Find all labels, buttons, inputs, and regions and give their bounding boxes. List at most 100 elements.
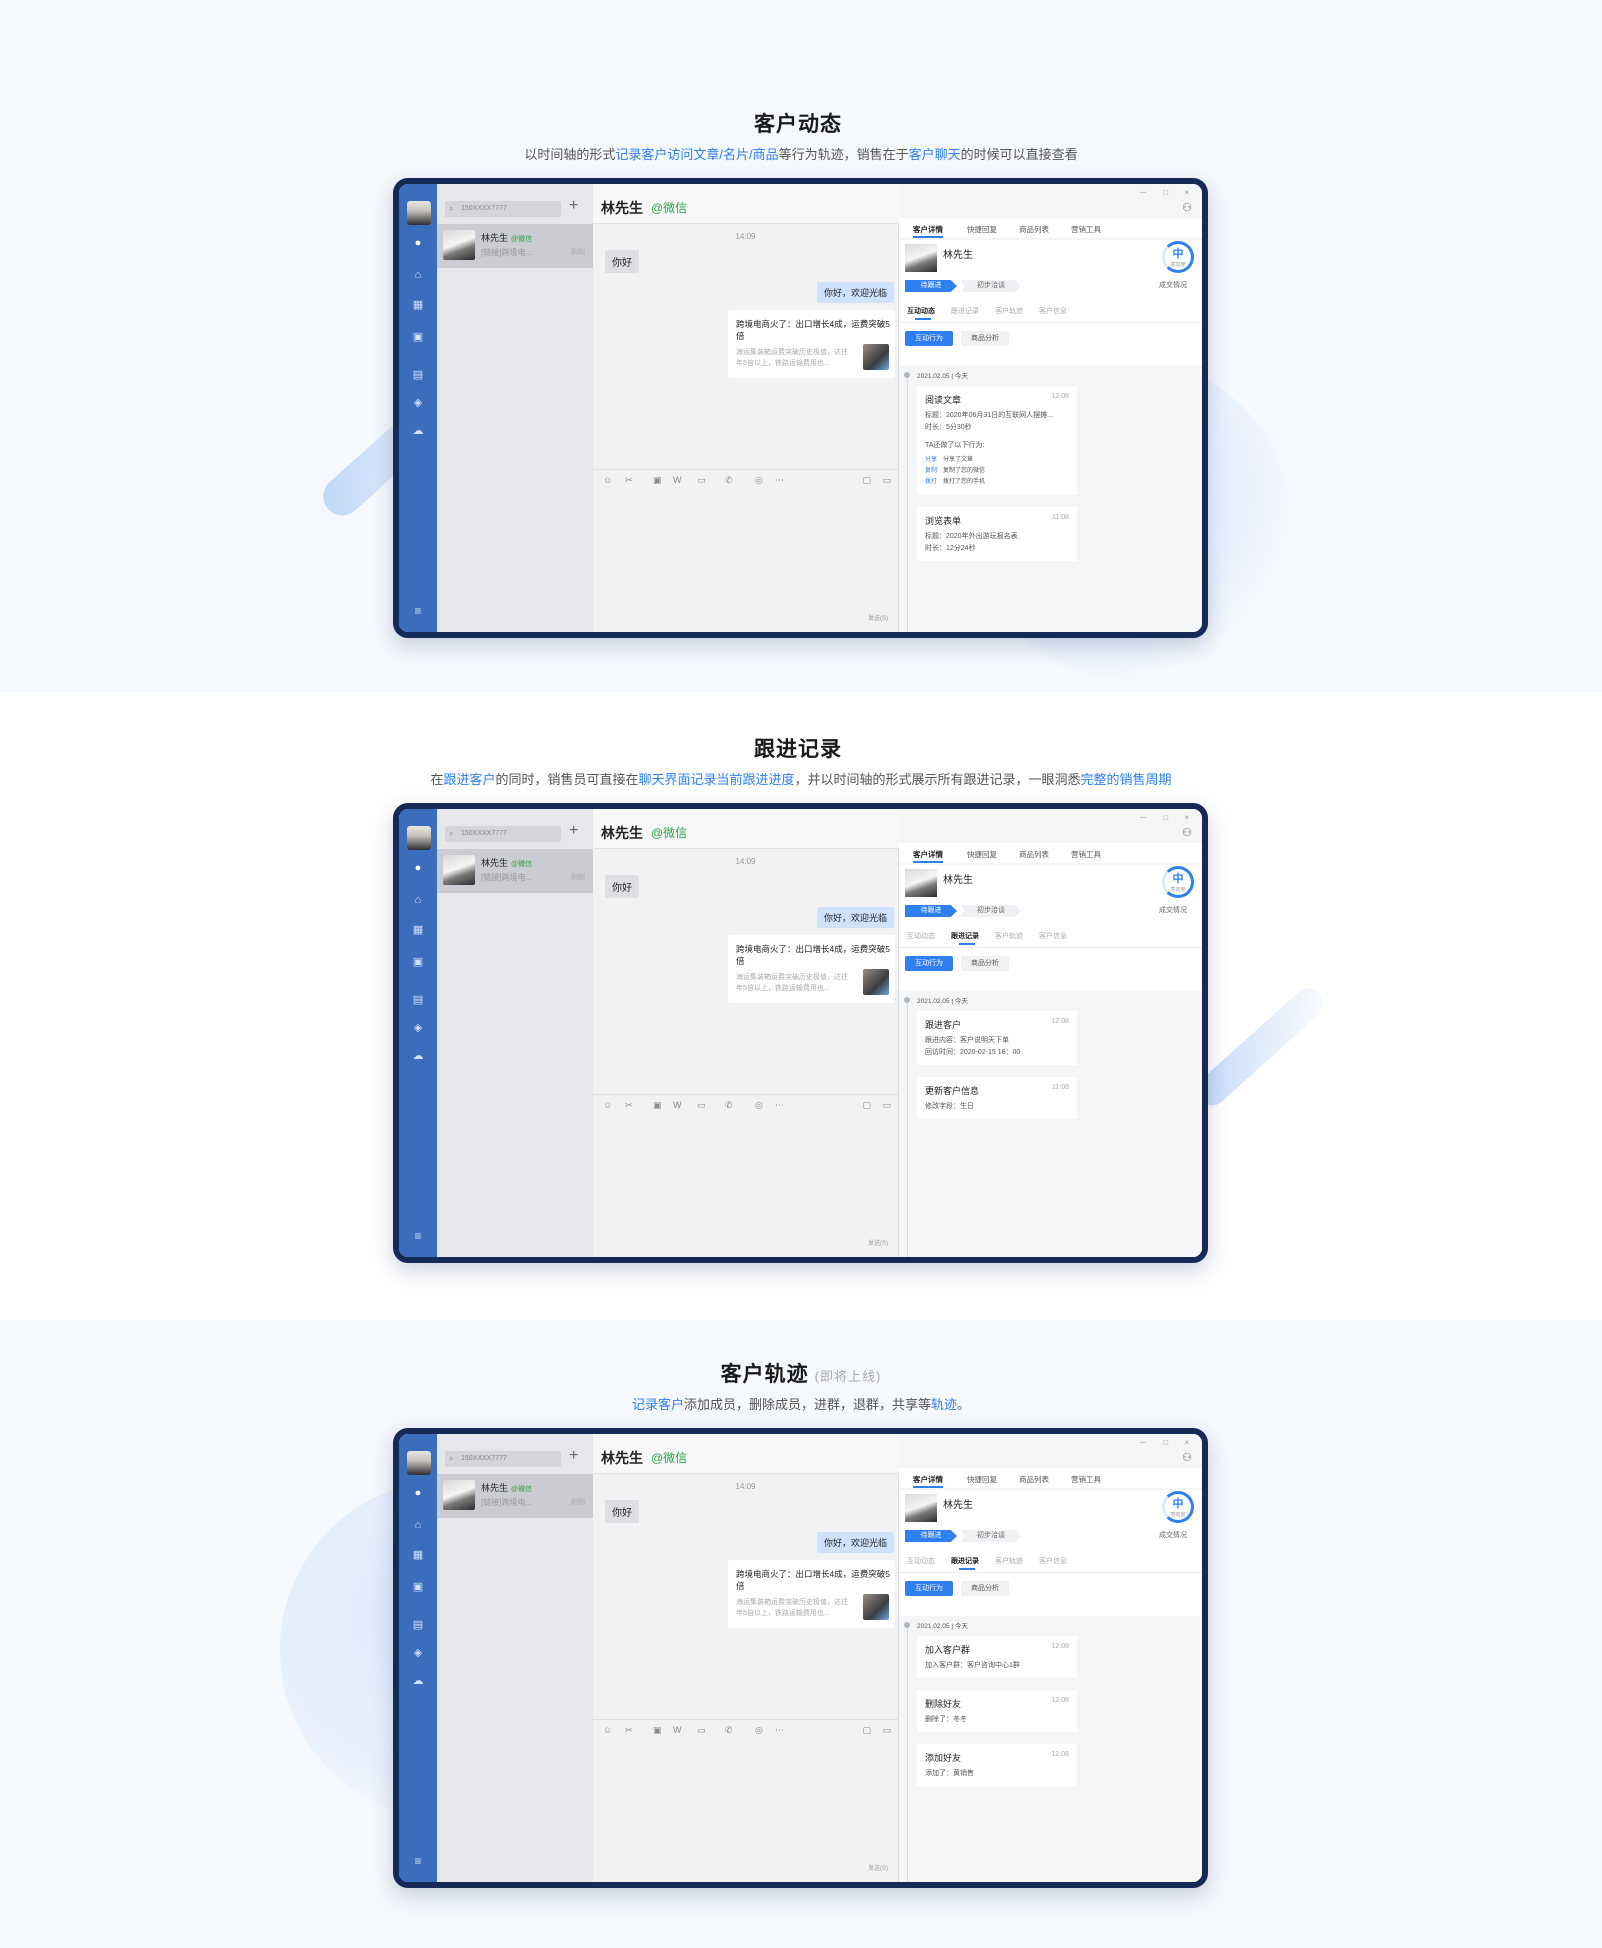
detail-subtab[interactable]: 客户轨迹 xyxy=(995,1556,1023,1566)
cube-icon[interactable]: ◈ xyxy=(411,1646,425,1660)
cloud-icon[interactable]: ☁ xyxy=(411,424,425,438)
screenshot-icon[interactable]: ▢ xyxy=(862,1725,871,1736)
goods-analysis-button[interactable]: 商品分析 xyxy=(961,956,1009,971)
detail-subtab[interactable]: 跟进记录 xyxy=(951,306,979,316)
behavior-button[interactable]: 互动行为 xyxy=(905,956,953,971)
stage-step[interactable]: 待跟进 xyxy=(905,280,957,292)
doc-icon[interactable]: ▤ xyxy=(411,1618,425,1632)
cube-icon[interactable]: ◈ xyxy=(411,396,425,410)
emoji-icon[interactable]: ☺ xyxy=(603,1100,612,1110)
more-icon[interactable]: ⋯ xyxy=(775,1725,784,1736)
menu-icon[interactable]: ≡ xyxy=(411,604,425,618)
cloud-icon[interactable]: ☁ xyxy=(411,1674,425,1688)
more-icon[interactable]: ⋯ xyxy=(775,475,784,486)
article-card[interactable]: 跨境电商火了：出口增长4成，运费突破5倍 海运集装箱运费突破历史极值，达往年5倍… xyxy=(728,310,895,378)
screenshot-icon[interactable]: ▢ xyxy=(862,1100,871,1111)
panel-tab[interactable]: 营销工具 xyxy=(1071,224,1101,235)
add-button[interactable]: + xyxy=(569,197,578,215)
chat-icon[interactable]: ● xyxy=(411,1486,425,1500)
emoji-icon[interactable]: ☺ xyxy=(603,1725,612,1735)
stage-step[interactable]: 成交情况 xyxy=(1031,1530,1193,1542)
article-card[interactable]: 跨境电商火了：出口增长4成，运费突破5倍 海运集装箱运费突破历史极值，达往年5倍… xyxy=(728,935,895,1003)
keyboard-icon[interactable]: ▭ xyxy=(882,1100,891,1111)
emoji-icon[interactable]: ☺ xyxy=(603,475,612,485)
panel-tab[interactable]: 客户详情 xyxy=(913,1474,943,1485)
stage-step[interactable]: 待跟进 xyxy=(905,905,957,917)
calendar-icon[interactable]: ▦ xyxy=(411,923,425,937)
menu-icon[interactable]: ≡ xyxy=(411,1229,425,1243)
timeline-event[interactable]: 添加好友 12:08 添加了：黄销售 xyxy=(917,1744,1077,1786)
search-input[interactable]: ⌕ 150XXXX7777 xyxy=(445,201,561,217)
panel-tab[interactable]: 商品列表 xyxy=(1019,1474,1049,1485)
folder-icon[interactable]: ▭ xyxy=(697,1725,706,1736)
behavior-button[interactable]: 互动行为 xyxy=(905,331,953,346)
stage-step[interactable]: 成交情况 xyxy=(1031,280,1193,292)
stage-step[interactable]: 初步洽谈 xyxy=(961,905,1021,917)
stage-step[interactable]: 初步洽谈 xyxy=(961,1530,1021,1542)
menu-icon[interactable]: ≡ xyxy=(411,1854,425,1868)
doc-icon[interactable]: ▤ xyxy=(411,993,425,1007)
timeline-event[interactable]: 更新客户信息 11:08 修改字段：生日 xyxy=(917,1077,1077,1119)
panel-tab[interactable]: 快捷回复 xyxy=(967,224,997,235)
chat-icon[interactable]: ● xyxy=(411,861,425,875)
send-button[interactable]: 发送(S) xyxy=(868,613,888,622)
phone-icon[interactable]: ✆ xyxy=(725,475,733,486)
window-controls[interactable]: － □ × xyxy=(1139,187,1196,198)
panel-tab[interactable]: 客户详情 xyxy=(913,849,943,860)
detail-subtab[interactable]: 客户信息 xyxy=(1039,931,1067,941)
behavior-button[interactable]: 互动行为 xyxy=(905,1581,953,1596)
timeline-event[interactable]: 浏览表单 11:08 标题：2020年外出游玩报名表 时长：12分24秒 xyxy=(917,507,1077,561)
detail-subtab[interactable]: 客户信息 xyxy=(1039,306,1067,316)
goods-analysis-button[interactable]: 商品分析 xyxy=(961,331,1009,346)
detail-subtab[interactable]: 跟进记录 xyxy=(951,931,979,941)
folder-icon[interactable]: ▭ xyxy=(697,475,706,486)
org-icon[interactable]: ⌂ xyxy=(411,268,425,282)
contact-item[interactable]: 林先生 @微信 [链接]跨境电... 刚刚 xyxy=(437,1474,593,1518)
word-icon[interactable]: W xyxy=(673,1100,682,1110)
avatar[interactable] xyxy=(407,1451,431,1475)
panel-tab[interactable]: 客户详情 xyxy=(913,224,943,235)
timeline-event[interactable]: 跟进客户 12:08 跟进内容：客户说明天下单 回访时间：2020-02-15 18：… xyxy=(917,1011,1077,1065)
org-icon[interactable]: ⌂ xyxy=(411,1518,425,1532)
send-button[interactable]: 发送(S) xyxy=(868,1238,888,1247)
scissors-icon[interactable]: ✂ xyxy=(625,475,633,486)
detail-subtab[interactable]: 互动动态 xyxy=(907,931,935,941)
screenshot-icon[interactable]: ▢ xyxy=(862,475,871,486)
detail-subtab[interactable]: 客户轨迹 xyxy=(995,931,1023,941)
cloud-icon[interactable]: ☁ xyxy=(411,1049,425,1063)
detail-subtab[interactable]: 客户轨迹 xyxy=(995,306,1023,316)
calendar-icon[interactable]: ▦ xyxy=(411,298,425,312)
detail-subtab[interactable]: 互动动态 xyxy=(907,1556,935,1566)
contact-item[interactable]: 林先生 @微信 [链接]跨境电... 刚刚 xyxy=(437,849,593,893)
shield-icon[interactable]: ◎ xyxy=(755,475,763,486)
panel-tab[interactable]: 商品列表 xyxy=(1019,849,1049,860)
timeline-event[interactable]: 删除好友 12:08 删除了：冬冬 xyxy=(917,1690,1077,1732)
keyboard-icon[interactable]: ▭ xyxy=(882,475,891,486)
user-icon[interactable]: ⚇ xyxy=(1182,1451,1192,1464)
word-icon[interactable]: W xyxy=(673,475,682,485)
apps-icon[interactable]: ▣ xyxy=(411,330,425,344)
user-icon[interactable]: ⚇ xyxy=(1182,201,1192,214)
image-icon[interactable]: ▣ xyxy=(653,475,662,486)
chat-icon[interactable]: ● xyxy=(411,236,425,250)
avatar[interactable] xyxy=(407,826,431,850)
article-card[interactable]: 跨境电商火了：出口增长4成，运费突破5倍 海运集装箱运费突破历史极值，达往年5倍… xyxy=(728,1560,895,1628)
add-button[interactable]: + xyxy=(569,1447,578,1465)
more-icon[interactable]: ⋯ xyxy=(775,1100,784,1111)
panel-tab[interactable]: 营销工具 xyxy=(1071,849,1101,860)
window-controls[interactable]: － □ × xyxy=(1139,1437,1196,1448)
detail-subtab[interactable]: 客户信息 xyxy=(1039,1556,1067,1566)
contact-item[interactable]: 林先生 @微信 [链接]跨境电... 刚刚 xyxy=(437,224,593,268)
panel-tab[interactable]: 商品列表 xyxy=(1019,224,1049,235)
detail-subtab[interactable]: 跟进记录 xyxy=(951,1556,979,1566)
scissors-icon[interactable]: ✂ xyxy=(625,1100,633,1111)
search-input[interactable]: ⌕ 150XXXX7777 xyxy=(445,1451,561,1467)
search-input[interactable]: ⌕ 150XXXX7777 xyxy=(445,826,561,842)
send-button[interactable]: 发送(S) xyxy=(868,1863,888,1872)
org-icon[interactable]: ⌂ xyxy=(411,893,425,907)
keyboard-icon[interactable]: ▭ xyxy=(882,1725,891,1736)
stage-step[interactable]: 成交情况 xyxy=(1031,905,1193,917)
image-icon[interactable]: ▣ xyxy=(653,1725,662,1736)
apps-icon[interactable]: ▣ xyxy=(411,955,425,969)
apps-icon[interactable]: ▣ xyxy=(411,1580,425,1594)
